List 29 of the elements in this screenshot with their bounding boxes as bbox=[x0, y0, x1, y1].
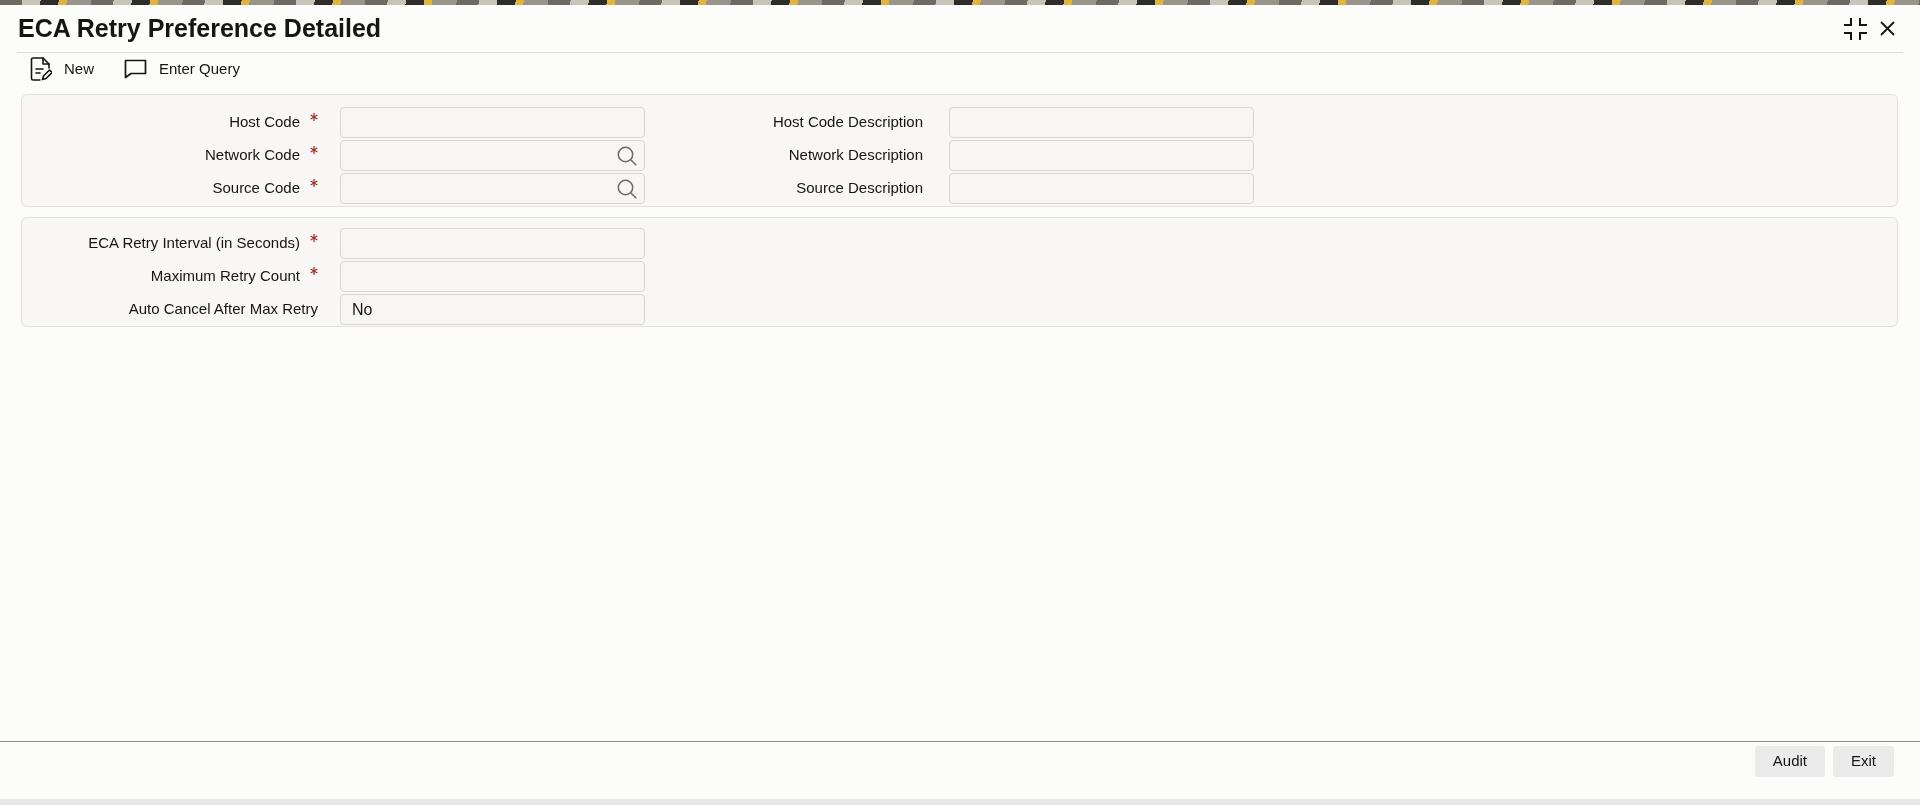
new-button[interactable]: New bbox=[30, 57, 94, 81]
close-icon[interactable] bbox=[1880, 21, 1895, 36]
input-field[interactable] bbox=[949, 107, 1254, 138]
audit-button[interactable]: Audit bbox=[1754, 746, 1825, 777]
input-field[interactable] bbox=[340, 107, 645, 138]
field-label: Auto Cancel After Max Retry bbox=[128, 299, 318, 320]
search-icon[interactable] bbox=[617, 178, 637, 199]
speech-bubble-icon bbox=[124, 59, 147, 79]
lookup-field[interactable] bbox=[340, 140, 645, 171]
input-field[interactable] bbox=[949, 173, 1254, 204]
enter-query-button[interactable]: Enter Query bbox=[124, 57, 240, 81]
lookup-field[interactable] bbox=[340, 173, 645, 204]
document-pencil-icon bbox=[30, 57, 52, 81]
input-field[interactable] bbox=[340, 228, 645, 259]
field-label: Host Code Description bbox=[772, 112, 923, 133]
field-label: Source Description bbox=[796, 178, 923, 199]
field-label: Network Code bbox=[204, 145, 300, 166]
field-label: Maximum Retry Count bbox=[150, 266, 300, 287]
field-label: Host Code bbox=[229, 112, 300, 133]
field-label: Network Description bbox=[788, 145, 923, 166]
input-field[interactable] bbox=[949, 140, 1254, 171]
input-field[interactable] bbox=[340, 261, 645, 292]
field-label: ECA Retry Interval (in Seconds) bbox=[88, 233, 300, 254]
collapse-icon[interactable] bbox=[1843, 16, 1868, 41]
page-title: ECA Retry Preference Detailed bbox=[18, 14, 382, 43]
input-field[interactable]: No bbox=[340, 294, 645, 325]
field-label: Source Code bbox=[212, 178, 300, 199]
search-icon[interactable] bbox=[617, 145, 637, 166]
exit-button[interactable]: Exit bbox=[1833, 746, 1894, 777]
